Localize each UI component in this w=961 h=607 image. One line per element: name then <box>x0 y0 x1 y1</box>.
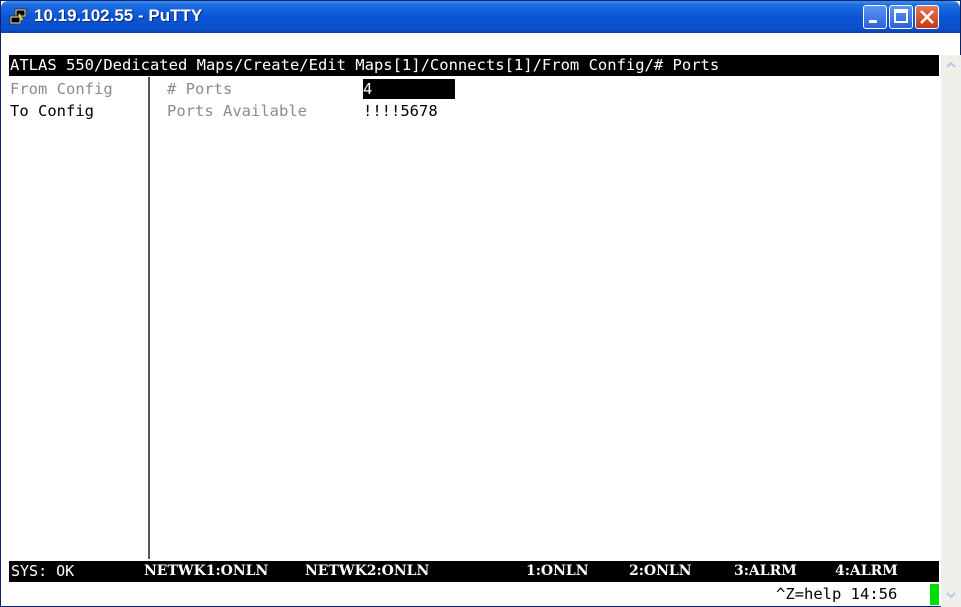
menu-item-from-config[interactable]: From Config <box>10 79 113 99</box>
status-sys: SYS: OK <box>11 562 75 580</box>
putty-window: 10.19.102.55 - PuTTY ATLAS 550/Dedicated… <box>0 0 961 607</box>
maximize-icon <box>894 9 908 23</box>
close-button[interactable] <box>915 5 939 29</box>
close-icon <box>920 10 934 24</box>
title-bar[interactable]: 10.19.102.55 - PuTTY <box>1 1 960 33</box>
status-port-3: 3:ALRM <box>734 563 797 579</box>
putty-icon <box>9 8 27 25</box>
window-title: 10.19.102.55 - PuTTY <box>34 6 203 25</box>
maximize-button[interactable] <box>889 5 913 29</box>
terminal-cursor <box>930 584 939 605</box>
status-port-1: 1:ONLN <box>526 563 589 579</box>
ports-label: # Ports <box>167 80 233 98</box>
status-netwk2: NETWK2:ONLN <box>305 563 430 579</box>
menu-item-to-config[interactable]: To Config <box>10 101 94 121</box>
menu-path-bar: ATLAS 550/Dedicated Maps/Create/Edit Map… <box>9 55 939 76</box>
status-bar: SYS: OK NETWK1:ONLN NETWK2:ONLN 1:ONLN 2… <box>9 561 939 582</box>
status-netwk1: NETWK1:ONLN <box>144 563 269 579</box>
minimize-icon <box>869 20 877 23</box>
scroll-down-arrow-icon[interactable] <box>943 587 959 603</box>
ports-available-label: Ports Available <box>167 102 307 120</box>
vertical-scrollbar[interactable] <box>941 55 961 607</box>
help-hint: ^Z=help 14:56 <box>776 585 898 603</box>
status-port-2: 2:ONLN <box>629 563 692 579</box>
menu-divider <box>148 77 150 559</box>
scroll-up-arrow-icon[interactable] <box>943 57 959 73</box>
ports-available-value: !!!!5678 <box>363 102 438 120</box>
minimize-button[interactable] <box>863 5 887 29</box>
ports-value-field[interactable]: 4 <box>363 79 455 99</box>
status-port-4: 4:ALRM <box>835 563 898 579</box>
